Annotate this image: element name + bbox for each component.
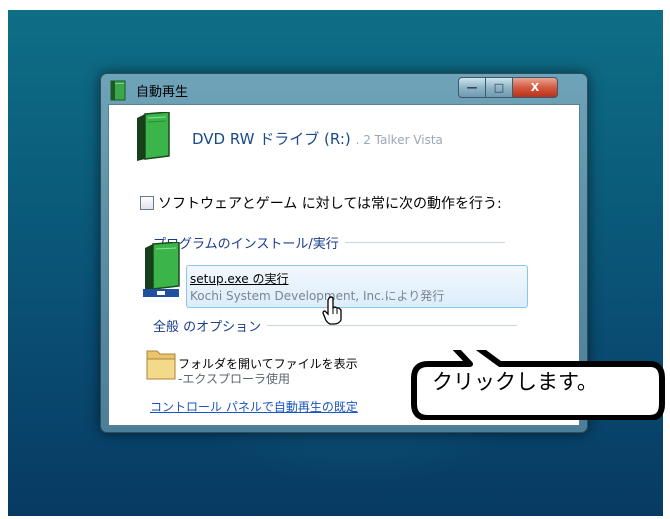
folder-option-main: フォルダを開いてファイルを表示 bbox=[178, 357, 358, 371]
always-do-label: ソフトウェアとゲーム に対しては常に次の動作を行う: bbox=[158, 196, 502, 212]
minimize-button[interactable]: — bbox=[458, 77, 486, 98]
section-divider bbox=[344, 242, 505, 243]
hand-cursor-icon bbox=[322, 296, 342, 325]
control-panel-link[interactable]: コントロール パネルで自動再生の既定 bbox=[150, 398, 358, 415]
folder-icon bbox=[146, 350, 176, 380]
section-divider bbox=[267, 325, 518, 326]
callout-text: クリックします。 bbox=[432, 370, 598, 394]
maximize-button[interactable]: □ bbox=[485, 77, 513, 98]
device-label: DVD RW ドライブ (R:) . 2 Talker Vista bbox=[192, 128, 443, 149]
install-option-publisher: Kochi System Development, Inc.により発行 bbox=[190, 289, 445, 303]
install-book-icon bbox=[143, 242, 180, 297]
device-name: DVD RW ドライブ (R:) bbox=[192, 130, 351, 148]
install-option-main: setup.exe の実行 bbox=[190, 272, 289, 286]
title-bar[interactable]: 自動再生 — □ X bbox=[101, 74, 587, 104]
close-button[interactable]: X bbox=[512, 77, 558, 98]
install-option-button[interactable]: setup.exe の実行 Kochi System Development, … bbox=[186, 265, 528, 308]
section-general-title: 全般 のオプション bbox=[153, 320, 262, 335]
book-icon bbox=[110, 80, 126, 101]
folder-option-sub: -エクスプローラ使用 bbox=[178, 372, 290, 386]
always-do-checkbox-row[interactable]: ソフトウェアとゲーム に対しては常に次の動作を行う: bbox=[140, 193, 502, 213]
device-volume-name: . 2 Talker Vista bbox=[355, 133, 443, 147]
section-install: プログラムのインストール/実行 bbox=[153, 233, 505, 252]
book-icon bbox=[137, 112, 170, 161]
folder-option[interactable]: フォルダを開いてファイルを表示 -エクスプローラ使用 bbox=[178, 357, 358, 387]
always-do-checkbox[interactable] bbox=[140, 196, 154, 210]
window-title: 自動再生 bbox=[136, 85, 189, 100]
